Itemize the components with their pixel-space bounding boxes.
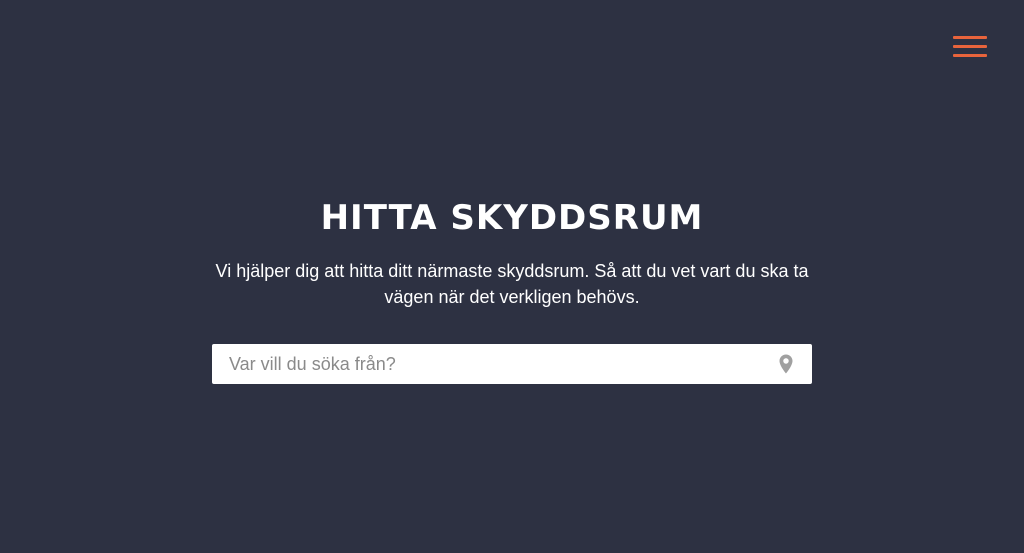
map-pin-icon bbox=[779, 354, 793, 374]
hero-section: HITTA SKYDDSRUM Vi hjälper dig att hitta… bbox=[0, 196, 1024, 310]
hamburger-menu-icon-bar bbox=[953, 45, 987, 48]
hamburger-menu-icon-bar bbox=[953, 54, 987, 57]
menu-button[interactable] bbox=[950, 32, 990, 62]
page-title: HITTA SKYDDSRUM bbox=[320, 198, 704, 238]
search-input[interactable] bbox=[212, 344, 772, 384]
location-button[interactable] bbox=[774, 352, 798, 376]
hamburger-menu-icon bbox=[953, 36, 987, 39]
page-subtitle: Vi hjälper dig att hitta ditt närmaste s… bbox=[215, 261, 809, 307]
search-box bbox=[212, 344, 812, 384]
